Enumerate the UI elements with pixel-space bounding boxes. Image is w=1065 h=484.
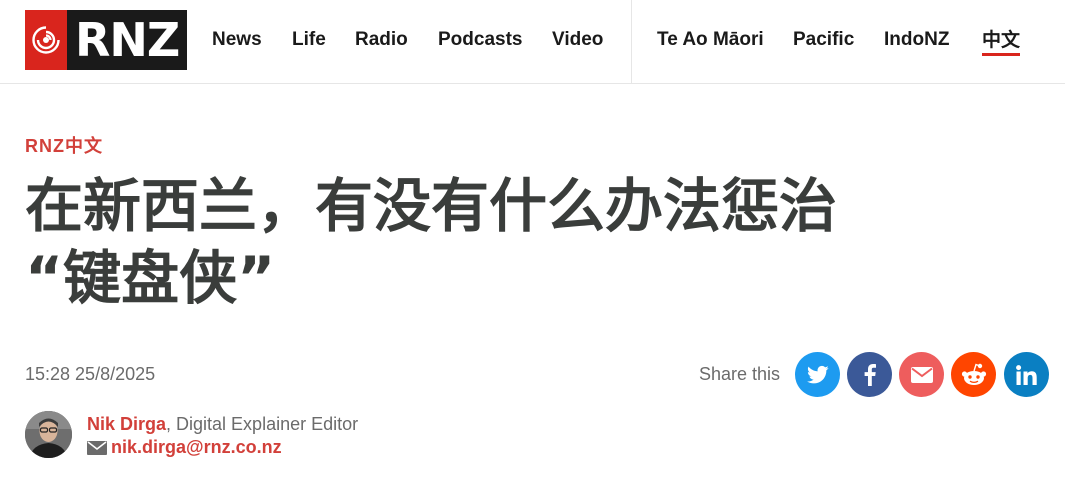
share-linkedin-button[interactable] bbox=[1004, 352, 1049, 397]
facebook-icon bbox=[864, 363, 876, 386]
nav-te-ao-maori[interactable]: Te Ao Māori bbox=[657, 28, 764, 52]
author-byline: Nik Dirga, Digital Explainer Editor bbox=[87, 414, 358, 435]
share-facebook-button[interactable] bbox=[847, 352, 892, 397]
page-title: 在新西兰，有没有什么办法惩治 “键盘侠” bbox=[25, 170, 985, 314]
author-email-row: nik.dirga@rnz.co.nz bbox=[87, 437, 282, 458]
reddit-icon bbox=[961, 363, 986, 385]
nav-radio[interactable]: Radio bbox=[355, 28, 408, 52]
headline-line-2: “键盘侠” bbox=[25, 244, 276, 312]
mail-icon bbox=[87, 440, 107, 455]
publish-timestamp: 15:28 25/8/2025 bbox=[25, 364, 156, 384]
linkedin-icon bbox=[1015, 364, 1037, 385]
nav-video[interactable]: Video bbox=[552, 28, 603, 52]
share-reddit-button[interactable] bbox=[951, 352, 996, 397]
radio-waves-icon bbox=[25, 10, 67, 70]
nav-pacific[interactable]: Pacific bbox=[793, 28, 854, 52]
avatar bbox=[25, 411, 72, 458]
site-header: RNZ News Life Radio Podcasts Video Te Ao… bbox=[0, 0, 1065, 84]
share-email-button[interactable] bbox=[899, 352, 944, 397]
author-name-link[interactable]: Nik Dirga bbox=[87, 414, 166, 434]
share-twitter-button[interactable] bbox=[795, 352, 840, 397]
nav-podcasts[interactable]: Podcasts bbox=[438, 28, 522, 52]
author-role: , Digital Explainer Editor bbox=[166, 414, 359, 434]
nav-chinese[interactable]: 中文 bbox=[982, 28, 1021, 56]
nav-life[interactable]: Life bbox=[292, 28, 326, 52]
headline-line-1: 在新西兰，有没有什么办法惩治 bbox=[25, 172, 838, 240]
share-label: Share this bbox=[699, 364, 781, 384]
rnz-logo[interactable]: RNZ bbox=[25, 10, 187, 70]
nav-news[interactable]: News bbox=[212, 28, 262, 52]
author-email-link[interactable]: nik.dirga@rnz.co.nz bbox=[111, 437, 282, 458]
twitter-icon bbox=[806, 365, 829, 383]
nav-indonz[interactable]: IndoNZ bbox=[884, 28, 949, 52]
section-tag[interactable]: RNZ中文 bbox=[25, 132, 103, 158]
email-icon bbox=[910, 366, 933, 383]
nav-divider bbox=[631, 0, 632, 84]
logo-text: RNZ bbox=[75, 13, 180, 67]
